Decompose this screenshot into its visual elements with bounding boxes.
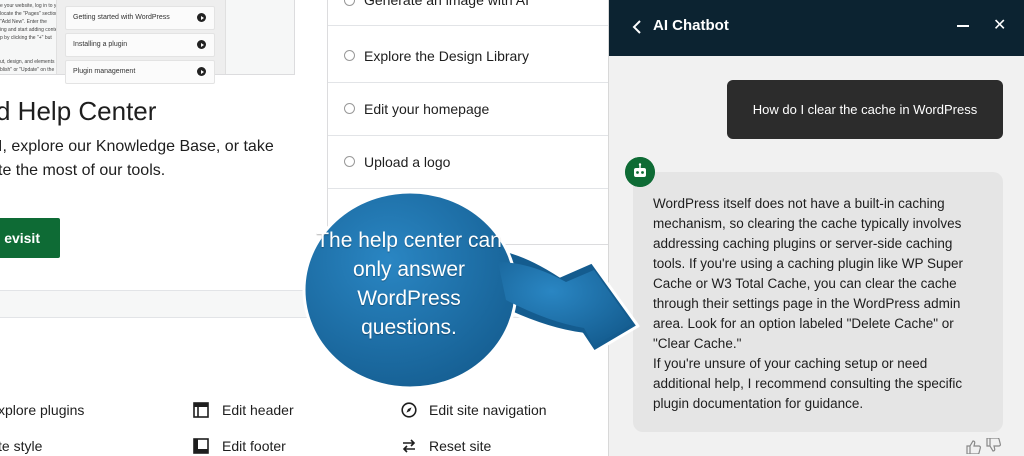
preview-guide-list: Getting started with WordPress Installin… — [56, 0, 226, 84]
tool-site-style[interactable]: te style — [0, 438, 42, 454]
task-checkbox[interactable] — [344, 50, 355, 61]
bot-message-paragraph: If you're unsure of your caching setup o… — [653, 356, 963, 411]
minimize-icon[interactable] — [957, 25, 969, 27]
preview-guide-item[interactable]: Plugin management — [65, 60, 215, 84]
thumbs-up-icon[interactable] — [965, 440, 983, 454]
chatbot-panel: AI Chatbot ✕ How do I clear the cache in… — [608, 0, 1024, 456]
callout-text: The help center can only answer WordPres… — [316, 229, 502, 339]
help-center-title: d Help Center — [0, 96, 157, 126]
tool-edit-footer[interactable]: Edit footer — [222, 438, 286, 454]
preview-line: e your website, log in to your — [0, 3, 58, 9]
preview-guide-item[interactable]: Installing a plugin — [65, 33, 215, 57]
preview-guide-label: Getting started with WordPress — [73, 14, 170, 21]
preview-guide-item[interactable]: Getting started with WordPress — [65, 6, 215, 30]
preview-line: locate the "Pages" section — [0, 11, 58, 17]
reset-arrows-icon — [402, 439, 416, 453]
preview-line: "Add New". Enter the — [0, 19, 47, 25]
revisit-button[interactable]: evisit — [0, 218, 60, 258]
chatbot-title: AI Chatbot — [653, 17, 729, 34]
task-item[interactable]: Upload a logo — [328, 136, 608, 189]
tool-reset-site[interactable]: Reset site — [429, 438, 491, 454]
task-label: Upload a logo — [364, 154, 451, 170]
section-divider — [0, 290, 608, 318]
task-checkbox[interactable] — [344, 0, 355, 6]
help-center-panel: e your website, log in to your locate th… — [0, 0, 608, 456]
help-center-description: I, explore our Knowledge Base, or take t… — [0, 138, 274, 179]
user-message: How do I clear the cache in WordPress — [727, 80, 1003, 139]
preview-line: p by clicking the "+" but — [0, 35, 52, 41]
article-preview: e your website, log in to your locate th… — [0, 0, 295, 84]
task-label: Explore the Design Library — [364, 48, 529, 64]
layout-header-icon — [193, 402, 209, 418]
chevron-left-icon[interactable] — [631, 19, 645, 35]
bot-message: WordPress itself does not have a built-i… — [633, 172, 1003, 432]
play-icon — [197, 13, 206, 22]
preview-line — [0, 42, 58, 50]
bot-message-paragraph: WordPress itself does not have a built-i… — [653, 196, 963, 351]
layout-footer-icon — [193, 438, 209, 454]
tool-explore-plugins[interactable]: xplore plugins — [0, 402, 84, 418]
preview-line: ut, design, and elements — [0, 59, 55, 65]
tool-edit-site-navigation[interactable]: Edit site navigation — [429, 402, 547, 418]
preview-line — [0, 50, 58, 58]
preview-guide-label: Installing a plugin — [73, 41, 128, 48]
task-list: Generate an image with AI Explore the De… — [327, 0, 608, 245]
preview-text: e your website, log in to your locate th… — [0, 2, 58, 74]
task-label: Generate an image with AI — [364, 0, 529, 8]
thumbs-down-icon[interactable] — [985, 438, 1003, 452]
task-item[interactable]: Generate an image with AI — [328, 0, 608, 26]
play-icon — [197, 40, 206, 49]
preview-line: ing and start adding conte — [0, 27, 58, 33]
task-label: Edit your homepage — [364, 101, 490, 117]
task-item[interactable]: Explore the Design Library — [328, 30, 608, 83]
play-icon — [197, 67, 206, 76]
preview-guide-label: Plugin management — [73, 68, 136, 75]
task-checkbox[interactable] — [344, 156, 355, 167]
robot-avatar-icon — [625, 157, 655, 187]
tool-edit-header[interactable]: Edit header — [222, 402, 294, 418]
close-icon[interactable]: ✕ — [993, 18, 1006, 34]
chatbot-header: AI Chatbot ✕ — [609, 0, 1024, 56]
task-item[interactable]: Edit your homepage — [328, 83, 608, 136]
compass-icon — [401, 402, 417, 418]
task-checkbox[interactable] — [344, 103, 355, 114]
preview-line: blish" or "Update" on the — [0, 67, 55, 73]
